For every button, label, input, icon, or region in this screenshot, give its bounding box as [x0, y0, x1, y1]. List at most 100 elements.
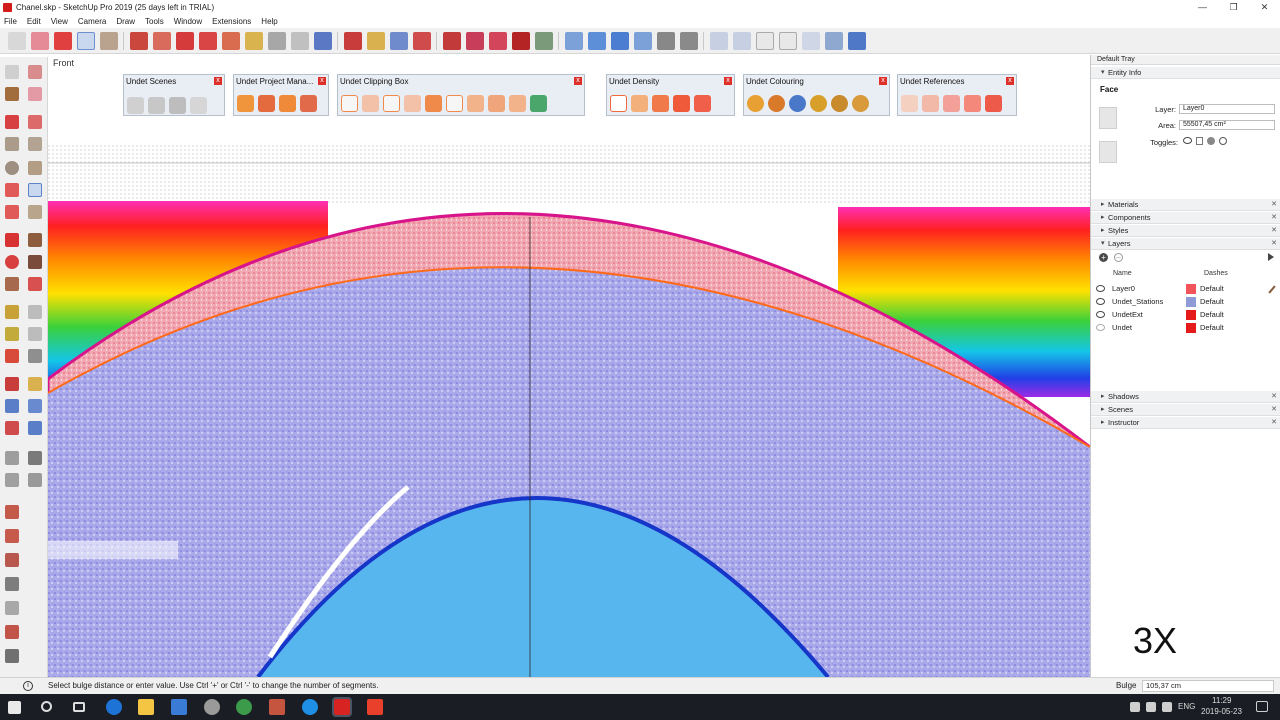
volume-icon[interactable] [1146, 702, 1156, 712]
clip-right-icon[interactable] [425, 95, 442, 112]
rectangle-icon[interactable] [100, 31, 118, 50]
visibility-eye-icon[interactable] [1096, 285, 1105, 292]
layer-dashes[interactable]: Default [1200, 310, 1224, 319]
shaded-textures-icon[interactable] [825, 31, 843, 50]
menu-window[interactable]: Window [174, 17, 202, 26]
axes-tool-icon[interactable] [5, 349, 19, 363]
close-icon[interactable]: x [214, 77, 222, 85]
paint-bucket-icon[interactable] [314, 31, 332, 50]
pan-tool-icon[interactable] [28, 377, 42, 391]
two-point-arc-tool-icon[interactable] [28, 183, 42, 197]
ref-plane-icon[interactable] [964, 95, 981, 112]
receive-shadow-icon[interactable] [1219, 137, 1227, 145]
wireframe-icon[interactable] [756, 31, 774, 50]
layer-dashes[interactable]: Default [1200, 297, 1224, 306]
walk-tool-icon[interactable] [5, 473, 19, 487]
view-top-icon[interactable] [588, 31, 606, 50]
search-icon[interactable] [41, 701, 52, 712]
dimension-tool-icon[interactable] [28, 305, 42, 319]
layer-row[interactable]: Undet Default [1091, 323, 1280, 336]
menu-file[interactable]: File [4, 17, 17, 26]
text-icon[interactable] [291, 31, 309, 50]
file-explorer-icon[interactable] [138, 699, 154, 715]
close-icon[interactable]: x [318, 77, 326, 85]
layers-section[interactable]: ▾ Layers ✕ [1091, 238, 1280, 250]
menu-edit[interactable]: Edit [27, 17, 41, 26]
density-max-icon[interactable] [694, 95, 711, 112]
menu-extensions[interactable]: Extensions [212, 17, 251, 26]
ruby-icon[interactable] [512, 31, 530, 50]
hidden-line-icon[interactable] [779, 31, 797, 50]
visibility-eye-icon[interactable] [1183, 137, 1192, 144]
cast-shadow-icon[interactable] [1207, 137, 1215, 145]
three-point-arc-tool-icon[interactable] [5, 205, 19, 219]
follow-me-icon[interactable] [153, 31, 171, 50]
clock-date[interactable]: 2019-05-23 [1201, 707, 1242, 716]
materials-section[interactable]: ▸ Materials ✕ [1091, 199, 1280, 211]
close-icon[interactable]: ✕ [1271, 418, 1277, 426]
sandbox-detail-tool-icon[interactable] [5, 625, 19, 639]
rotate-icon[interactable] [199, 31, 217, 50]
previous-view-tool-icon[interactable] [28, 421, 42, 435]
face-front-swatch[interactable] [1099, 107, 1117, 129]
orbit-icon[interactable] [344, 31, 362, 50]
ref-points-icon[interactable] [901, 95, 918, 112]
xray-icon[interactable] [710, 31, 728, 50]
geo-location-icon[interactable] [535, 31, 553, 50]
lock-icon[interactable] [1196, 137, 1203, 145]
look-around-tool-icon[interactable] [28, 451, 42, 465]
clip-left-icon[interactable] [404, 95, 421, 112]
input-language[interactable]: ENG [1178, 702, 1195, 711]
view-iso-icon[interactable] [565, 31, 583, 50]
sandbox-contours-tool-icon[interactable] [5, 505, 19, 519]
layer-name[interactable]: Undet [1112, 323, 1132, 332]
section-plane-tool-icon[interactable] [28, 473, 42, 487]
layer-dashes[interactable]: Default [1200, 323, 1224, 332]
model-viewport[interactable]: Front [48, 57, 1090, 677]
manage-cloud-icon[interactable] [258, 95, 275, 112]
menu-camera[interactable]: Camera [78, 17, 106, 26]
view-front-icon[interactable] [611, 31, 629, 50]
settings-gear-icon[interactable] [204, 699, 220, 715]
entity-info-section[interactable]: ▾ Entity Info [1091, 67, 1280, 79]
colour-normal-icon[interactable] [810, 95, 827, 112]
rotate-tool-icon[interactable] [5, 255, 19, 269]
move-icon[interactable] [176, 31, 194, 50]
clip-section-icon[interactable] [488, 95, 505, 112]
push-pull-tool-icon[interactable] [28, 233, 42, 247]
windows-start-icon[interactable] [8, 701, 21, 714]
extension-warehouse-icon[interactable] [466, 31, 484, 50]
zoom-window-tool-icon[interactable] [28, 399, 42, 413]
ref-line-icon[interactable] [922, 95, 939, 112]
sandbox-drape-tool-icon[interactable] [5, 601, 19, 615]
3d-text-tool-icon[interactable] [28, 349, 42, 363]
close-icon[interactable]: ✕ [1271, 200, 1277, 208]
scene-play-icon[interactable] [190, 97, 207, 114]
view-right-icon[interactable] [634, 31, 652, 50]
circle-tool-icon[interactable] [5, 161, 19, 175]
rotated-rect-tool-icon[interactable] [28, 137, 42, 151]
layer-dashes[interactable]: Default [1200, 284, 1224, 293]
component-tool-icon[interactable] [28, 65, 42, 79]
layers-name-column[interactable]: Name [1113, 270, 1132, 277]
app-icon[interactable] [269, 699, 285, 715]
notifications-icon[interactable] [1256, 701, 1268, 712]
layer-row[interactable]: Layer0 Default [1091, 284, 1280, 297]
layer-color-swatch[interactable] [1186, 323, 1196, 333]
pan-icon[interactable] [367, 31, 385, 50]
push-pull-icon[interactable] [130, 31, 148, 50]
clip-top-icon[interactable] [446, 95, 463, 112]
zoom-tool-icon[interactable] [5, 399, 19, 413]
styles-section[interactable]: ▸ Styles ✕ [1091, 225, 1280, 237]
offset-tool-icon[interactable] [28, 277, 42, 291]
scale-icon[interactable] [222, 31, 240, 50]
clip-box-icon[interactable] [341, 95, 358, 112]
density-high-icon[interactable] [673, 95, 690, 112]
text-tool-icon[interactable] [28, 327, 42, 341]
delete-layer-icon[interactable]: – [1114, 253, 1123, 262]
position-camera-tool-icon[interactable] [5, 451, 19, 465]
colour-class-icon[interactable] [831, 95, 848, 112]
measurements-input[interactable]: 105,37 cm [1142, 680, 1274, 692]
visibility-eye-icon[interactable] [1096, 298, 1105, 305]
close-icon[interactable]: ✕ [1271, 405, 1277, 413]
